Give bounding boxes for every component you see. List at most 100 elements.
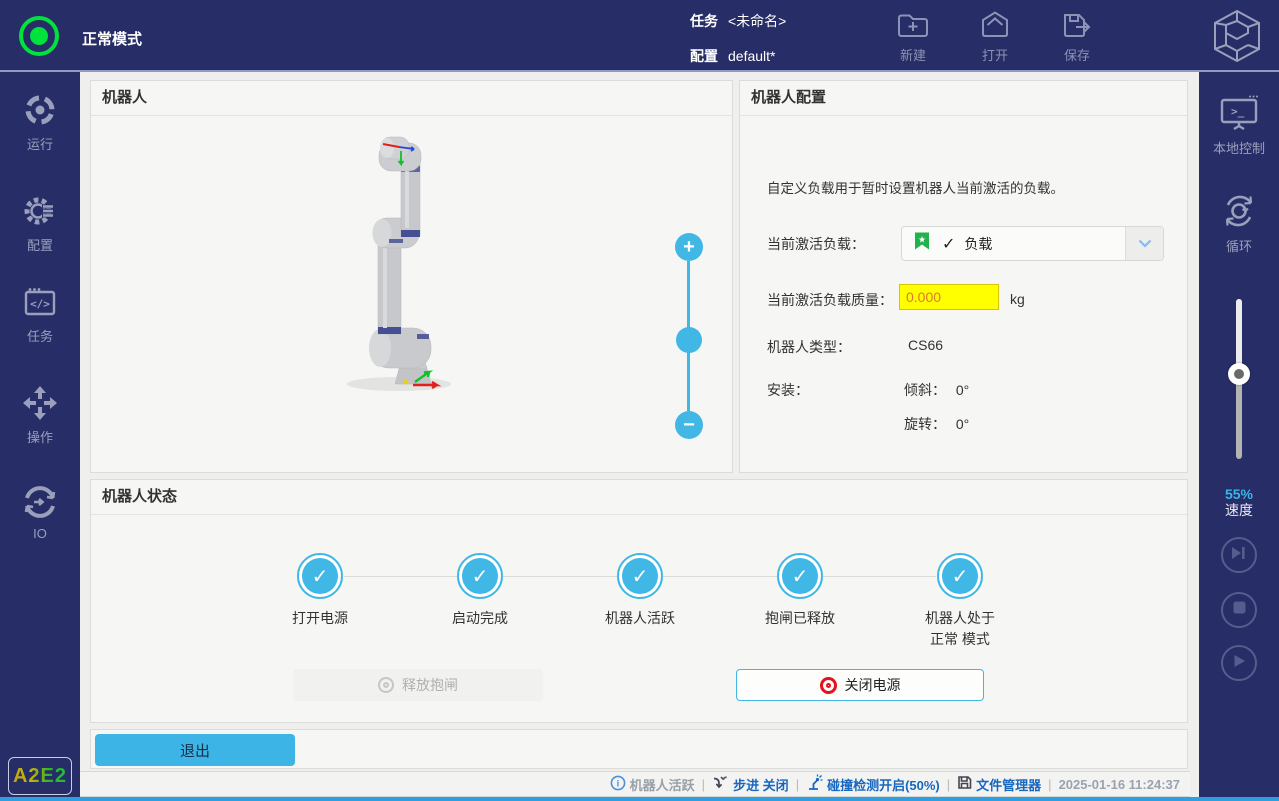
collision-detection-icon	[806, 774, 823, 794]
new-file-icon	[895, 7, 931, 45]
file-manager-button[interactable]: 文件管理器	[957, 775, 1041, 794]
tilt-label: 倾斜：	[904, 382, 946, 398]
skip-next-icon	[1231, 546, 1247, 565]
power-off-button[interactable]: 关闭电源	[736, 669, 984, 701]
sidebar-item-io[interactable]: IO	[0, 484, 80, 541]
main-content: 机器人	[80, 72, 1199, 801]
collision-detection-toggle[interactable]: 碰撞检测开启(50%)	[806, 774, 940, 794]
speed-label: 速度	[1199, 502, 1279, 518]
loop-cycle-icon	[1220, 192, 1258, 236]
robot-type-value: CS66	[908, 337, 943, 353]
zoom-out-button[interactable]: −	[675, 411, 703, 439]
new-task-label: 新建	[900, 45, 926, 64]
release-brake-button[interactable]: 释放抱闸	[293, 669, 543, 701]
sidebar-item-label: 任务	[27, 326, 53, 345]
stop-icon	[1233, 601, 1246, 619]
sidebar-item-task[interactable]: </> 任务	[0, 286, 80, 345]
brake-ring-icon	[378, 677, 394, 693]
check-circle-icon: ✓	[617, 553, 663, 599]
keyboard-layout-badge[interactable]: A2E2	[8, 757, 72, 795]
mount-label: 安装：	[767, 380, 809, 400]
step-label: 抱闸已释放	[765, 608, 835, 629]
config-value: default*	[728, 48, 775, 64]
speed-slider[interactable]	[1236, 299, 1242, 459]
config-panel-title: 机器人配置	[740, 81, 1187, 116]
bottom-accent-line	[0, 797, 1279, 801]
selected-check-icon: ✓	[942, 234, 955, 254]
config-label: 配置	[690, 48, 718, 64]
rotation-label: 旋转：	[904, 416, 946, 432]
new-task-button[interactable]: 新建	[884, 7, 942, 64]
chevron-down-icon	[1125, 227, 1163, 260]
zoom-in-button[interactable]: +	[675, 233, 703, 261]
sidebar-item-config[interactable]: 配置	[0, 193, 80, 254]
mode-text: 正常模式	[82, 28, 142, 49]
task-row: 任务<未命名>	[690, 11, 786, 31]
step-label: 启动完成	[452, 608, 508, 629]
step-label: 打开电源	[292, 608, 348, 629]
task-code-icon: </>	[22, 286, 58, 326]
payload-mass-input[interactable]	[899, 284, 999, 310]
bottom-status-bar: i 机器人活跃 | 步进 关闭 | 碰撞检测开启(50%) |	[80, 771, 1190, 797]
speed-readout: 55% 速度	[1199, 486, 1279, 518]
robot-teach-pendant-app: 正常模式 任务<未命名> 配置default* 新建	[0, 0, 1279, 801]
robot-3d-panel: 机器人	[90, 80, 733, 473]
sidebar-item-label: 本地控制	[1213, 138, 1265, 157]
step-forward-button[interactable]	[1221, 537, 1257, 573]
brand-logo-icon	[1211, 9, 1263, 68]
move-arrows-icon	[22, 385, 58, 427]
speed-percent: 55%	[1199, 486, 1279, 502]
mount-tilt: 倾斜： 0°	[904, 380, 969, 400]
status-step-normal-mode: ✓ 机器人处于 正常 模式	[880, 553, 1040, 650]
open-task-button[interactable]: 打开	[966, 7, 1024, 64]
left-sidebar: 运行 配置 </> 任务	[0, 72, 80, 801]
stop-button[interactable]	[1221, 592, 1257, 628]
power-off-label: 关闭电源	[845, 675, 901, 695]
check-circle-icon: ✓	[777, 553, 823, 599]
exit-button[interactable]: 退出	[95, 734, 295, 766]
sidebar-item-run[interactable]: 运行	[0, 92, 80, 153]
active-payload-value: 负载	[964, 234, 992, 254]
sidebar-item-operate[interactable]: 操作	[0, 385, 80, 446]
robot-type-label: 机器人类型：	[767, 337, 851, 357]
io-cycle-icon	[22, 484, 58, 526]
file-actions: 新建 打开 保存	[884, 7, 1106, 64]
mode-status-light-icon	[19, 16, 59, 56]
play-button[interactable]	[1221, 645, 1257, 681]
save-file-icon	[1059, 7, 1095, 45]
sidebar-item-label: 配置	[27, 235, 53, 254]
svg-text:i: i	[616, 778, 619, 789]
datetime-display: 2025-01-16 11:24:37	[1059, 777, 1180, 792]
check-circle-icon: ✓	[297, 553, 343, 599]
zoom-slider-thumb[interactable]	[676, 327, 702, 353]
config-row: 配置 default*	[690, 46, 775, 66]
step-label: 机器人处于 正常 模式	[925, 608, 995, 650]
local-control-terminal-icon: >_	[1219, 94, 1259, 138]
robot-3d-view[interactable]	[331, 136, 501, 411]
status-step-robot-active: ✓ 机器人活跃	[560, 553, 720, 629]
run-icon	[22, 92, 58, 134]
power-off-icon	[820, 677, 837, 694]
robot-status-panel: 机器人状态 ✓ 打开电源 ✓ 启动完成 ✓ 机器人活跃 ✓ 抱闸已释放 ✓	[90, 479, 1188, 723]
robot-active-status: i 机器人活跃	[610, 775, 695, 794]
robot-config-panel: 机器人配置 自定义负载用于暂时设置机器人当前激活的负载。 当前激活负载： ★ ✓…	[739, 80, 1188, 473]
step-label: 机器人活跃	[605, 608, 675, 629]
tilt-value: 0°	[956, 382, 969, 398]
active-payload-dropdown[interactable]: ★ ✓ 负载	[901, 226, 1164, 261]
file-manager-icon	[957, 775, 972, 793]
sidebar-item-label: 操作	[27, 427, 53, 446]
task-value: <未命名>	[728, 13, 786, 29]
payload-bookmark-icon: ★	[912, 231, 932, 256]
save-task-button[interactable]: 保存	[1048, 7, 1106, 64]
sidebar-item-local-control[interactable]: >_ 本地控制	[1199, 94, 1279, 157]
step-mode-toggle[interactable]: 步进 关闭	[712, 775, 789, 794]
exit-row: 退出	[90, 729, 1188, 769]
svg-text:>_: >_	[1231, 105, 1245, 118]
play-icon	[1233, 654, 1246, 673]
step-mode-icon	[712, 775, 729, 793]
speed-slider-thumb[interactable]	[1228, 363, 1250, 385]
sidebar-item-loop[interactable]: 循环	[1199, 192, 1279, 255]
open-task-label: 打开	[982, 45, 1008, 64]
right-sidebar: >_ 本地控制 循环 5	[1199, 72, 1279, 801]
payload-mass-label: 当前激活负载质量：	[767, 290, 893, 310]
